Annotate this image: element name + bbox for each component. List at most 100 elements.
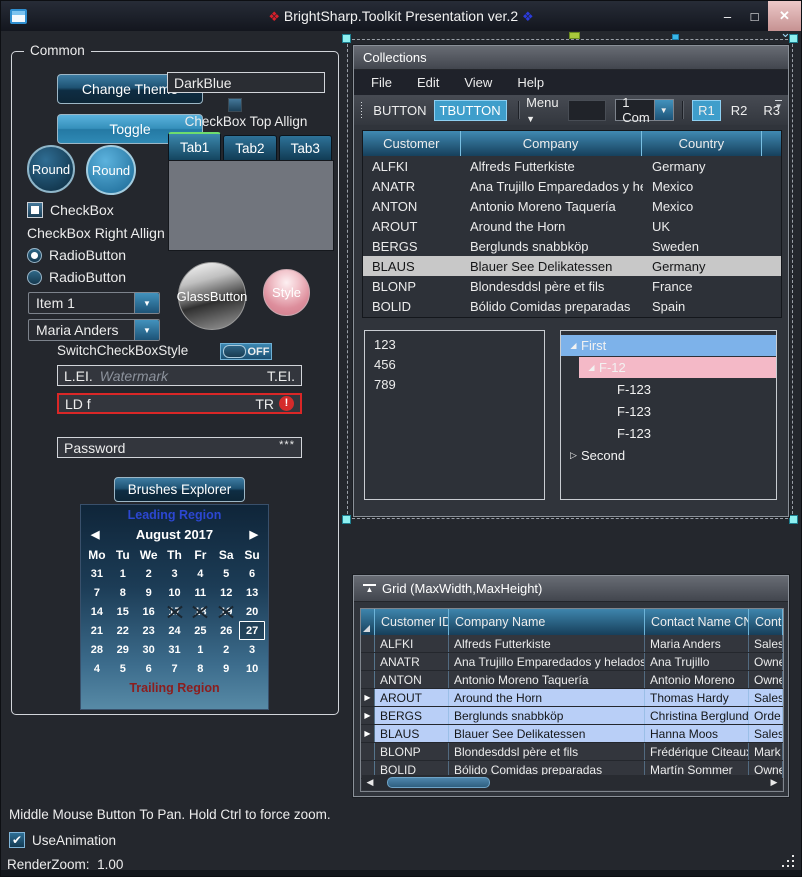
use-animation-checkbox[interactable] <box>9 832 25 848</box>
menu-item-help[interactable]: Help <box>512 73 549 92</box>
resize-handle[interactable] <box>342 34 351 43</box>
calendar-day[interactable]: 3 <box>239 640 265 659</box>
calendar-month-title[interactable]: August 2017 <box>113 527 236 542</box>
table-row[interactable]: ALFKIAlfreds FutterkisteMaria AndersSale… <box>361 635 783 653</box>
chevron-down-icon[interactable]: ⌄ <box>780 25 791 41</box>
table-row[interactable]: BOLIDBólido Comidas preparadasSpain <box>363 296 781 316</box>
calendar-day[interactable]: 24 <box>162 621 188 640</box>
watermark-textbox[interactable]: L.EI. Watermark T.EI. <box>57 365 302 386</box>
calendar-day[interactable]: 16 <box>136 602 162 621</box>
tab-tab2[interactable]: Tab2 <box>223 135 276 160</box>
tree-node-f123[interactable]: F-123 <box>561 423 776 444</box>
table-row[interactable]: ▶BERGSBerglunds snabbköpChristina Berglu… <box>361 707 783 725</box>
calendar-day[interactable]: 1 <box>110 564 136 583</box>
calendar-prev-button[interactable]: ◀ <box>91 528 113 541</box>
calendar-day[interactable]: 17 <box>162 602 188 621</box>
scroll-left-icon[interactable]: ◀ <box>362 777 378 788</box>
round-button-1[interactable]: Round <box>27 145 75 193</box>
brushes-explorer-button[interactable]: Brushes Explorer <box>114 477 245 502</box>
calendar-day[interactable]: 5 <box>213 564 239 583</box>
toolbar-grip[interactable] <box>361 102 362 118</box>
calendar-day[interactable]: 6 <box>136 659 162 678</box>
calendar-day[interactable]: 4 <box>187 564 213 583</box>
toolbar-overflow-button[interactable]: ▼ <box>771 100 786 111</box>
list-item[interactable]: 789 <box>365 375 544 395</box>
calendar-day[interactable]: 30 <box>136 640 162 659</box>
calendar-day[interactable]: 12 <box>213 583 239 602</box>
radio-button-2[interactable] <box>27 270 42 285</box>
table-row[interactable]: ALFKIAlfreds FutterkisteGermany <box>363 156 781 176</box>
scrollbar-thumb[interactable] <box>387 777 490 788</box>
calendar-day[interactable]: 31 <box>84 564 110 583</box>
calendar-day[interactable]: 3 <box>162 564 188 583</box>
toolbar-toggle-button[interactable]: TBUTTON <box>434 100 507 121</box>
style-button[interactable]: Style <box>263 269 310 316</box>
calendar-day[interactable]: 14 <box>84 602 110 621</box>
expander-collapsed-icon[interactable]: ▷ <box>566 450 581 461</box>
switch-checkbox[interactable]: OFF <box>220 343 272 360</box>
horizontal-scrollbar[interactable]: ◀ ▶ <box>362 775 782 790</box>
calendar-next-button[interactable]: ▶ <box>236 528 258 541</box>
calendar-day[interactable]: 7 <box>162 659 188 678</box>
calendar-day[interactable]: 15 <box>110 602 136 621</box>
toolbar-radio-r2[interactable]: R2 <box>725 100 754 121</box>
table-row[interactable]: ANATRAna Trujillo Emparedados y heladosA… <box>361 653 783 671</box>
table-row[interactable]: ANTONAntonio Moreno TaqueríaMexico <box>363 196 781 216</box>
toolbar-combobox[interactable]: 1 Com ▼ <box>615 99 673 121</box>
toolbar-textbox[interactable] <box>568 100 607 121</box>
table-row[interactable]: BLAUSBlauer See DelikatessenGermany <box>363 256 781 276</box>
calendar-day[interactable]: 6 <box>239 564 265 583</box>
table-row[interactable]: ANTONAntonio Moreno TaqueríaAntonio More… <box>361 671 783 689</box>
error-textbox[interactable]: LD f TR ! <box>57 393 302 414</box>
calendar-day[interactable]: 31 <box>162 640 188 659</box>
calendar-day[interactable]: 1 <box>187 640 213 659</box>
calendar-day[interactable]: 8 <box>110 583 136 602</box>
table-row[interactable]: BLONPBlondesddsl père et filsFrance <box>363 276 781 296</box>
calendar-day[interactable]: 21 <box>84 621 110 640</box>
calendar-day[interactable]: 13 <box>239 583 265 602</box>
anchor-handle[interactable] <box>569 32 580 39</box>
calendar-day[interactable]: 5 <box>110 659 136 678</box>
calendar-day[interactable]: 18 <box>187 602 213 621</box>
calendar-day[interactable]: 9 <box>136 583 162 602</box>
list-item[interactable]: 456 <box>365 355 544 375</box>
customer-combobox[interactable]: Maria Anders ▼ <box>28 319 160 341</box>
menu-item-edit[interactable]: Edit <box>412 73 444 92</box>
row-header[interactable]: ▶ <box>361 707 375 724</box>
calendar-day[interactable]: 8 <box>187 659 213 678</box>
table-row[interactable]: ▶AROUTAround the HornThomas HardySales <box>361 689 783 707</box>
chevron-down-icon[interactable]: ▼ <box>654 100 673 120</box>
tree-node-f12[interactable]: ◢F-12 <box>579 357 776 378</box>
table-row[interactable]: ▶BLAUSBlauer See DelikatessenHanna MoosS… <box>361 725 783 743</box>
select-all-corner[interactable] <box>361 609 375 635</box>
collapse-icon[interactable]: ▲ <box>363 584 376 594</box>
calendar-day[interactable]: 7 <box>84 583 110 602</box>
toolbar-button[interactable]: BUTTON <box>369 101 430 120</box>
tree-node-second[interactable]: ▷Second <box>561 445 776 466</box>
collections-titlebar[interactable]: Collections <box>354 46 788 70</box>
chevron-down-icon[interactable]: ▼ <box>134 320 159 340</box>
chevron-down-icon[interactable]: ▼ <box>134 293 159 313</box>
calendar-day[interactable]: 9 <box>213 659 239 678</box>
radio-button-1[interactable] <box>27 248 42 263</box>
calendar-day[interactable]: 2 <box>136 564 162 583</box>
toolbar-radio-r1[interactable]: R1 <box>692 100 721 121</box>
table-row[interactable]: ANATRAna Trujillo Emparedados y helaMexi… <box>363 176 781 196</box>
row-header[interactable]: ▶ <box>361 725 375 742</box>
round-button-2[interactable]: Round <box>86 145 136 195</box>
expander-expanded-icon[interactable]: ◢ <box>566 341 581 350</box>
table-row[interactable]: BERGSBerglunds snabbköpSweden <box>363 236 781 256</box>
calendar-day[interactable]: 19 <box>213 602 239 621</box>
calendar-day[interactable]: 10 <box>239 659 265 678</box>
resize-handle[interactable] <box>789 515 798 524</box>
calendar-day[interactable]: 4 <box>84 659 110 678</box>
tree-node-f123[interactable]: F-123 <box>561 401 776 422</box>
calendar-day[interactable]: 20 <box>239 602 265 621</box>
calendar-day[interactable]: 23 <box>136 621 162 640</box>
password-field[interactable]: Password *** <box>57 437 302 458</box>
row-header[interactable]: ▶ <box>361 689 375 706</box>
expander-expanded-icon[interactable]: ◢ <box>584 363 599 372</box>
calendar-day[interactable]: 25 <box>187 621 213 640</box>
switch-knob[interactable] <box>223 345 246 358</box>
calendar-day[interactable]: 27 <box>239 621 265 640</box>
